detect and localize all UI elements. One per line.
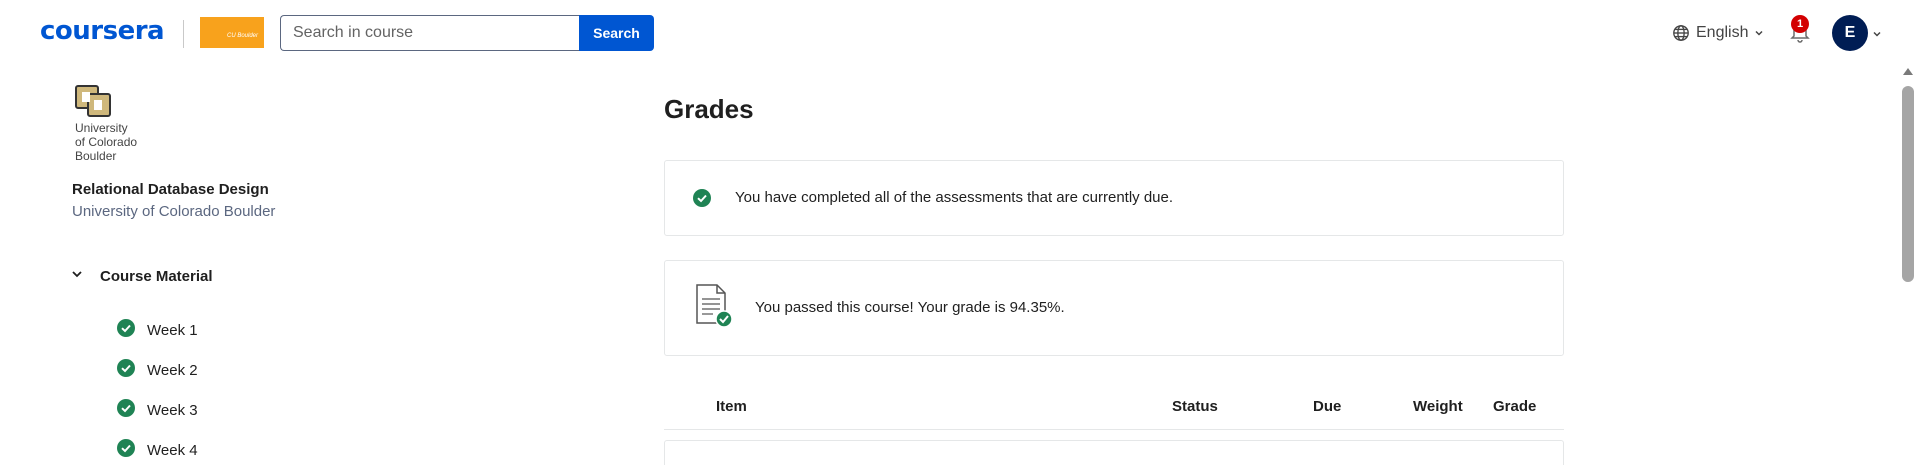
column-header-due: Due [1313, 398, 1342, 415]
course-title[interactable]: Relational Database Design [72, 181, 269, 198]
search-input[interactable] [280, 15, 580, 51]
check-circle-icon [693, 189, 711, 212]
sidebar-item-week-1[interactable]: Week 1 [117, 319, 198, 342]
avatar[interactable]: E [1832, 15, 1868, 51]
course-sidebar: University of Colorado Boulder Relational … [0, 66, 640, 465]
course-passed-card: You passed this course! Your grade is 94… [664, 260, 1564, 356]
sidebar-item-week-3[interactable]: Week 3 [117, 399, 198, 422]
top-navigation-bar: coursera CU Boulder Search English 1 E [0, 0, 1918, 66]
chevron-down-icon[interactable] [1872, 26, 1882, 44]
grades-main-content: Grades You have completed all of the ass… [664, 66, 1564, 465]
scroll-up-arrow[interactable] [1903, 68, 1913, 75]
course-partner: University of Colorado Boulder [72, 203, 276, 220]
sidebar-item-week-2[interactable]: Week 2 [117, 359, 198, 382]
course-passed-text: You passed this course! Your grade is 94… [755, 299, 1065, 316]
column-header-grade: Grade [1493, 398, 1537, 415]
chevron-down-icon [70, 267, 84, 286]
notification-badge: 1 [1791, 15, 1809, 33]
check-circle-icon [117, 319, 135, 342]
check-circle-icon [117, 399, 135, 422]
chevron-down-icon [1754, 28, 1764, 38]
section-label: Course Material [100, 268, 213, 285]
week-label: Week 3 [147, 402, 198, 419]
language-label: English [1696, 24, 1749, 41]
sidebar-item-week-4[interactable]: Week 4 [117, 439, 198, 462]
university-logo-text: University of Colorado Boulder [75, 121, 138, 163]
grades-table-header: Item Status Due Weight Grade [664, 392, 1564, 430]
assessment-status-card: You have completed all of the assessment… [664, 160, 1564, 236]
assessment-status-text: You have completed all of the assessment… [735, 189, 1174, 206]
document-check-icon [695, 283, 735, 334]
section-toggle-course-material[interactable]: Course Material [70, 267, 213, 286]
language-selector[interactable]: English [1672, 21, 1764, 45]
week-label: Week 2 [147, 362, 198, 379]
coursera-logo[interactable]: coursera [40, 16, 165, 46]
column-header-weight: Weight [1413, 398, 1463, 415]
column-header-status: Status [1172, 398, 1218, 415]
check-circle-icon [117, 359, 135, 382]
column-header-item: Item [716, 398, 747, 415]
logo-divider [183, 20, 184, 48]
scrollbar-thumb[interactable] [1902, 86, 1914, 282]
partner-logo-text: CU Boulder [227, 33, 259, 39]
week-label: Week 4 [147, 442, 198, 459]
partner-logo[interactable]: CU Boulder [200, 17, 264, 48]
check-circle-icon [117, 439, 135, 462]
page-title: Grades [664, 94, 754, 124]
globe-icon [1672, 24, 1690, 42]
table-row[interactable] [664, 440, 1564, 465]
week-label: Week 1 [147, 322, 198, 339]
search-button[interactable]: Search [579, 15, 654, 51]
page-scrollbar[interactable] [1898, 66, 1918, 465]
